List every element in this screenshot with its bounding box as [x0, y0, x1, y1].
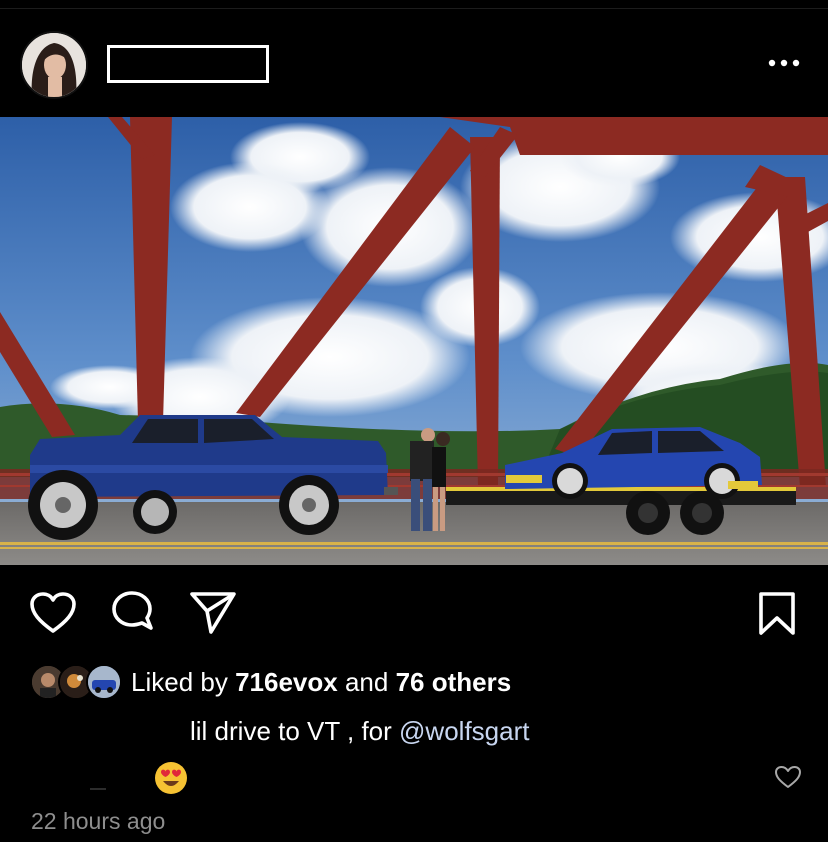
post-timestamp: 22 hours ago [31, 808, 166, 834]
caption-mention[interactable]: @wolfsgart [399, 716, 529, 746]
username-redacted [107, 45, 269, 83]
post-header [0, 9, 828, 117]
comment-username-redacted [36, 762, 146, 794]
more-horizontal-icon[interactable] [764, 53, 804, 73]
likes-others-count[interactable]: 76 others [396, 667, 512, 697]
post-caption: lil drive to VT , for @wolfsgart [190, 714, 529, 748]
couple-people [410, 428, 450, 531]
liker-avatar [86, 664, 122, 700]
likes-summary[interactable]: Liked by 716evox and 76 others [131, 666, 511, 698]
likes-row: Liked by 716evox and 76 others [30, 662, 810, 702]
likes-conjunction: and [337, 667, 396, 697]
paper-plane-icon[interactable] [189, 590, 237, 636]
caption-text: lil drive to VT , for [190, 716, 400, 746]
small-heart-icon[interactable] [774, 764, 802, 795]
heart-icon[interactable] [29, 591, 77, 635]
heart-eyes-emoji-icon [154, 761, 188, 795]
bookmark-icon[interactable] [757, 591, 797, 637]
profile-avatar[interactable] [20, 31, 88, 99]
comment-bubble-icon[interactable] [109, 590, 157, 636]
post-action-bar [0, 580, 828, 646]
liker-username[interactable]: 716evox [235, 667, 338, 697]
likes-prefix: Liked by [131, 667, 236, 697]
post-photo[interactable] [0, 117, 828, 565]
liker-avatars[interactable] [30, 664, 122, 700]
